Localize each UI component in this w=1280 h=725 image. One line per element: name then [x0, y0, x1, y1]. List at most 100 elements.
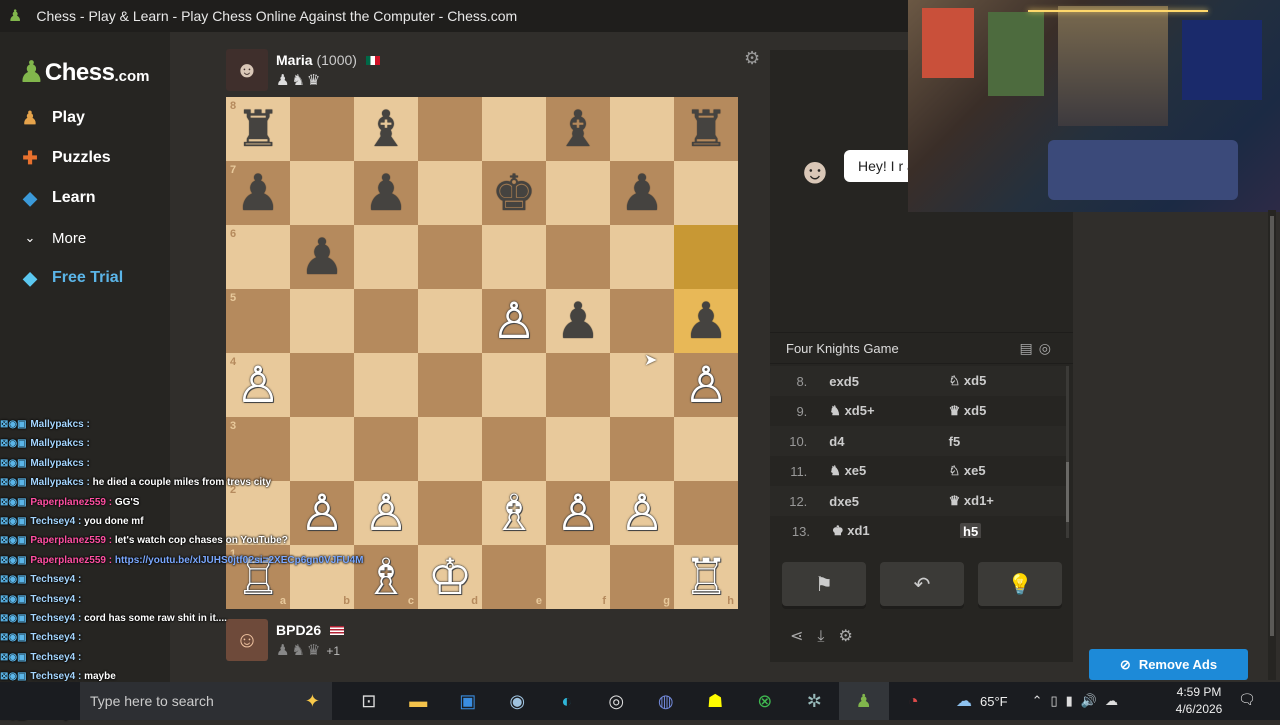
square-g2[interactable]: ♙ — [610, 481, 674, 545]
white-move[interactable]: d4 — [829, 434, 948, 449]
xbox-icon[interactable]: ⊗ — [740, 682, 790, 720]
chat-username[interactable]: Mallypakcs : — [30, 438, 89, 449]
taskbar-clock[interactable]: 4:59 PM 4/6/2026 — [1164, 684, 1234, 718]
square-f2[interactable]: ♙ — [546, 481, 610, 545]
chat-username[interactable]: Mallypakcs : — [30, 458, 89, 469]
square-h6[interactable] — [674, 225, 738, 289]
chat-username[interactable]: Paperplanez559 : — [30, 555, 112, 566]
square-f4[interactable] — [546, 353, 610, 417]
white-piece[interactable]: ♙ — [236, 353, 281, 417]
move-list[interactable]: 8. exd5 ♘ xd5 9. ♞ xd5+ ♛ xd5 10. d4 f5 11. ♞ x… — [770, 366, 1068, 538]
square-h1[interactable]: ♖ h — [674, 545, 738, 609]
sidebar-item-more[interactable]: ⌄ More — [0, 218, 170, 258]
square-c5[interactable] — [354, 289, 418, 353]
white-piece[interactable]: ♙ — [556, 481, 601, 545]
square-e8[interactable] — [482, 97, 546, 161]
square-d4[interactable] — [418, 353, 482, 417]
square-a7[interactable]: ♟ 7 — [226, 161, 290, 225]
square-c4[interactable] — [354, 353, 418, 417]
hint-button[interactable]: 💡 — [978, 562, 1062, 606]
weather-temp[interactable]: 65°F — [980, 694, 1008, 709]
white-piece[interactable]: ♙ — [620, 481, 665, 545]
black-piece[interactable]: ♝ — [364, 97, 409, 161]
book-icon[interactable]: ▤ — [1020, 340, 1039, 356]
black-piece[interactable]: ♟ — [300, 225, 345, 289]
square-g4[interactable] — [610, 353, 674, 417]
white-move[interactable]: ♞ xe5 — [829, 463, 948, 479]
white-piece[interactable]: ♗ — [492, 481, 537, 545]
square-b5[interactable] — [290, 289, 354, 353]
square-h4[interactable]: ♙ — [674, 353, 738, 417]
page-scroll-thumb[interactable] — [1270, 216, 1274, 636]
square-g3[interactable] — [610, 417, 674, 481]
square-f3[interactable] — [546, 417, 610, 481]
black-piece[interactable]: ♟ — [236, 161, 281, 225]
square-a5[interactable]: 5 — [226, 289, 290, 353]
square-c7[interactable]: ♟ — [354, 161, 418, 225]
black-piece[interactable]: ♝ — [556, 97, 601, 161]
square-e5[interactable]: ♙ — [482, 289, 546, 353]
square-a4[interactable]: ♙ 4 — [226, 353, 290, 417]
square-h3[interactable] — [674, 417, 738, 481]
square-g8[interactable] — [610, 97, 674, 161]
white-piece[interactable]: ♖ — [684, 545, 729, 609]
black-piece[interactable]: ♟ — [556, 289, 601, 353]
square-f7[interactable] — [546, 161, 610, 225]
black-move[interactable]: ♛ xd5 — [949, 403, 1068, 419]
store-icon[interactable]: ▣ — [443, 682, 493, 720]
square-d7[interactable] — [418, 161, 482, 225]
black-piece[interactable]: ♜ — [236, 97, 281, 161]
square-f5[interactable]: ♟ — [546, 289, 610, 353]
square-h8[interactable]: ♜ — [674, 97, 738, 161]
square-b7[interactable] — [290, 161, 354, 225]
chat-username[interactable]: Techsey4 : — [30, 516, 81, 527]
square-c8[interactable]: ♝ — [354, 97, 418, 161]
task-view-icon[interactable]: ⊡ — [344, 682, 394, 720]
chat-username[interactable]: Paperplanez559 : — [30, 535, 112, 546]
sidebar-item-free-trial[interactable]: ◆ Free Trial — [0, 258, 170, 298]
chat-username[interactable]: Techsey4 : — [30, 652, 81, 663]
square-f1[interactable]: f — [546, 545, 610, 609]
black-move[interactable]: ♘ xd5 — [949, 373, 1068, 389]
square-e3[interactable] — [482, 417, 546, 481]
current-move[interactable]: h5 — [960, 522, 982, 538]
square-h2[interactable] — [674, 481, 738, 545]
square-g1[interactable]: g — [610, 545, 674, 609]
white-move[interactable]: dxe5 — [829, 494, 948, 509]
white-piece[interactable]: ♙ — [684, 353, 729, 417]
black-piece[interactable]: ♚ — [492, 161, 537, 225]
chat-username[interactable]: Techsey4 : — [30, 574, 81, 585]
square-b6[interactable]: ♟ — [290, 225, 354, 289]
square-f6[interactable] — [546, 225, 610, 289]
square-c6[interactable] — [354, 225, 418, 289]
square-a8[interactable]: ♜ 8 — [226, 97, 290, 161]
share-icon[interactable]: ⋖ — [790, 628, 817, 645]
square-e2[interactable]: ♗ — [482, 481, 546, 545]
recording-app-icon[interactable]: ◔ — [889, 682, 939, 720]
square-g7[interactable]: ♟ — [610, 161, 674, 225]
obs-icon[interactable]: ◎ — [592, 682, 642, 720]
square-b8[interactable] — [290, 97, 354, 161]
sidebar-item-play[interactable]: ♟ Play — [0, 98, 170, 138]
chat-username[interactable]: Techsey4 : — [30, 594, 81, 605]
black-move[interactable]: ♛ xd1+ — [949, 493, 1068, 509]
notification-icon[interactable]: 🗨 — [1238, 691, 1256, 708]
file-explorer-icon[interactable]: ▬ — [394, 682, 444, 720]
chat-text[interactable]: https://youtu.be/xlJUHS0jtf0?si=2XECp6gn… — [112, 555, 364, 566]
square-g6[interactable] — [610, 225, 674, 289]
sidebar-item-puzzles[interactable]: ✚ Puzzles — [0, 138, 170, 178]
chat-username[interactable]: Mallypakcs : — [30, 419, 89, 430]
white-move[interactable]: ♞ xd5+ — [829, 403, 948, 419]
square-h7[interactable] — [674, 161, 738, 225]
square-e1[interactable]: e — [482, 545, 546, 609]
taskbar-search[interactable]: Type here to search ✦ — [80, 682, 332, 720]
edge-icon[interactable]: ◐ — [542, 682, 592, 720]
sidebar-item-learn[interactable]: ◆ Learn — [0, 178, 170, 218]
black-piece[interactable]: ♟ — [620, 161, 665, 225]
square-a6[interactable]: 6 — [226, 225, 290, 289]
square-e4[interactable] — [482, 353, 546, 417]
chat-username[interactable]: Techsey4 : — [30, 632, 81, 643]
white-piece[interactable]: ♙ — [492, 289, 537, 353]
square-b4[interactable] — [290, 353, 354, 417]
discord-icon[interactable]: ◍ — [641, 682, 691, 720]
